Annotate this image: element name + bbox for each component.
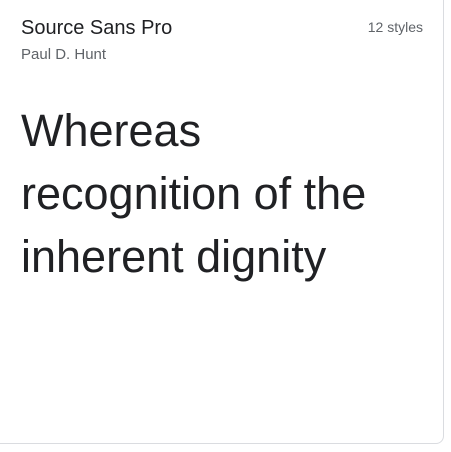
font-preview-text: Whereas recognition of the inherent dign… <box>21 105 367 282</box>
styles-count: 12 styles <box>367 19 423 35</box>
font-designer: Paul D. Hunt <box>21 46 107 63</box>
font-card[interactable]: Source Sans Pro Paul D. Hunt 12 styles W… <box>0 0 444 444</box>
font-family-name[interactable]: Source Sans Pro <box>21 17 172 40</box>
